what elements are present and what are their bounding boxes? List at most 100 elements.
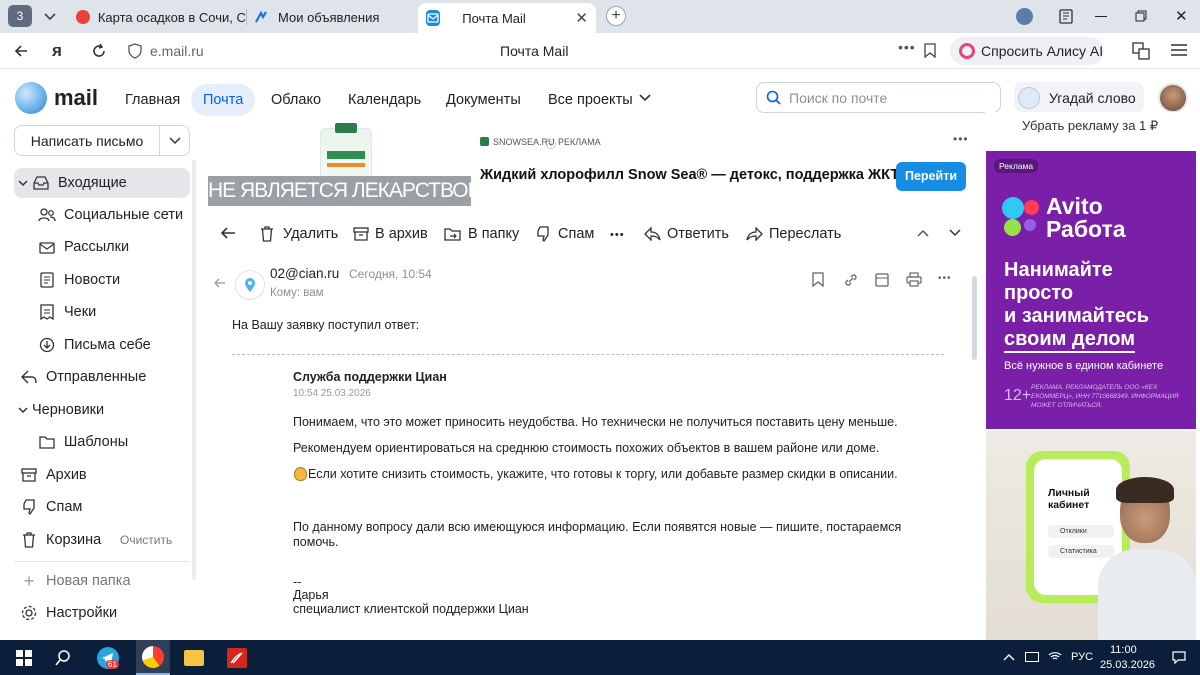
- windows-start-icon[interactable]: [16, 650, 32, 666]
- top-ad-banner[interactable]: НЕ ЯВЛЯЕТСЯ ЛЕКАРСТВОМ SNOWSEA.RU ⓘ РЕКЛ…: [205, 123, 975, 210]
- yandex-home-icon[interactable]: я: [52, 41, 62, 61]
- sidebar-item-social[interactable]: Социальные сети: [38, 200, 190, 230]
- mail-logo[interactable]: mail: [15, 82, 98, 114]
- delete-label: Удалить: [283, 226, 339, 242]
- avito-ad[interactable]: Реклама Avito Работа Нанимайте просто и …: [986, 151, 1196, 429]
- message-more-icon[interactable]: •••: [938, 273, 952, 284]
- profile-avatar-icon[interactable]: [1016, 8, 1033, 25]
- quote-separator: [232, 354, 944, 355]
- sidebar-item-templates[interactable]: Шаблоны: [38, 427, 190, 457]
- nav-mail[interactable]: Почта: [191, 84, 256, 116]
- clock-date[interactable]: 25.03.2026: [1100, 659, 1155, 671]
- avito-dots-logo-icon: [1002, 197, 1042, 237]
- tabs-menu-chevron-icon[interactable]: [40, 6, 60, 26]
- close-window-icon[interactable]: ✕: [1175, 7, 1188, 25]
- archive-button[interactable]: В архив: [353, 224, 428, 244]
- calendar-icon[interactable]: [875, 272, 889, 287]
- remove-ads-link[interactable]: Убрать рекламу за 1 ₽: [1022, 118, 1158, 134]
- tray-keyboard-icon[interactable]: [1025, 652, 1039, 662]
- browser-tab-active[interactable]: Почта Mail ✕: [418, 3, 596, 33]
- sidebar-item-inbox[interactable]: Входящие: [14, 168, 190, 198]
- address-field[interactable]: e.mail.ru Почта Mail •••: [120, 37, 946, 65]
- link-icon[interactable]: [843, 272, 859, 288]
- wifi-icon[interactable]: [1048, 650, 1062, 662]
- ad-headline[interactable]: Жидкий хлорофилл Snow Sea® — детокс, под…: [480, 167, 910, 183]
- sidebar-item-trash[interactable]: Корзина Очистить: [14, 525, 190, 555]
- expand-chevron-icon[interactable]: [16, 174, 30, 192]
- sidebar-item-receipts[interactable]: Чеки: [38, 297, 190, 327]
- next-message-icon[interactable]: [948, 228, 962, 238]
- back-to-list-icon[interactable]: [220, 225, 236, 241]
- ask-alice-button[interactable]: Спросить Алису AI: [950, 37, 1104, 65]
- mail-logo-text: mail: [54, 85, 99, 110]
- previous-message-icon[interactable]: [916, 228, 930, 238]
- tray-overflow-icon[interactable]: [1003, 652, 1015, 662]
- spam-button[interactable]: Спам: [536, 224, 594, 244]
- sidebar-item-newsletters[interactable]: Рассылки: [38, 232, 190, 262]
- reply-button[interactable]: Ответить: [644, 224, 729, 244]
- notifications-icon[interactable]: [1172, 651, 1186, 664]
- print-icon[interactable]: [906, 272, 922, 287]
- search-box[interactable]: Поиск по почте: [756, 82, 1001, 113]
- search-taskbar-icon[interactable]: [55, 650, 71, 666]
- spam-icon: [20, 498, 38, 516]
- sidebar-item-sent[interactable]: Отправленные: [14, 362, 190, 392]
- sidebar-item-self-mail[interactable]: Письма себе: [38, 330, 190, 360]
- ad-label-badge: Реклама: [994, 159, 1039, 173]
- nav-documents[interactable]: Документы: [434, 84, 533, 116]
- more-options-icon[interactable]: •••: [898, 39, 916, 55]
- bookmark-message-icon[interactable]: [812, 272, 824, 287]
- telegram-icon[interactable]: 61: [97, 647, 119, 669]
- restore-window-icon[interactable]: [1135, 10, 1147, 22]
- ad-more-icon[interactable]: •••: [953, 132, 969, 146]
- tab-counter[interactable]: 3: [8, 5, 32, 27]
- guess-word-button[interactable]: Угадай слово: [1014, 82, 1144, 113]
- reload-icon[interactable]: [90, 42, 108, 60]
- browser-tab[interactable]: Карта осадков в Сочи, Со: [70, 3, 246, 31]
- translate-icon[interactable]: [1132, 42, 1150, 60]
- new-folder-button[interactable]: + Новая папка: [14, 566, 190, 596]
- back-icon[interactable]: [12, 42, 30, 60]
- sidebar-item-label: Отправленные: [46, 369, 147, 385]
- more-actions-icon[interactable]: •••: [610, 225, 625, 245]
- sidebar-scrollbar[interactable]: [192, 160, 196, 580]
- sender-email[interactable]: 02@cian.ru: [270, 266, 339, 281]
- clear-trash-button[interactable]: Очистить: [120, 533, 172, 547]
- forward-button[interactable]: Переслать: [746, 224, 841, 244]
- close-tab-icon[interactable]: ✕: [575, 9, 588, 27]
- downloads-icon[interactable]: [1058, 7, 1074, 25]
- sidebar-item-news[interactable]: Новости: [38, 265, 190, 295]
- yandex-browser-icon[interactable]: [136, 640, 170, 675]
- bookmark-icon[interactable]: [924, 43, 936, 58]
- folder-icon: [38, 433, 56, 451]
- clock-time[interactable]: 11:00: [1110, 644, 1137, 656]
- browser-menu-icon[interactable]: [1170, 43, 1188, 57]
- file-explorer-icon[interactable]: [184, 650, 204, 666]
- message-scrollbar[interactable]: [972, 276, 977, 360]
- minimize-window-icon[interactable]: [1095, 16, 1107, 17]
- user-avatar[interactable]: [1158, 83, 1188, 113]
- ad-info-icon: ⓘ: [546, 140, 556, 151]
- sender-avatar[interactable]: [235, 270, 265, 300]
- nav-cloud[interactable]: Облако: [259, 84, 333, 116]
- ad-go-button[interactable]: Перейти: [896, 162, 966, 191]
- sidebar-item-archive[interactable]: Архив: [14, 460, 190, 490]
- language-indicator[interactable]: РУС: [1071, 651, 1093, 663]
- sidebar-item-drafts[interactable]: Черновики: [14, 395, 190, 425]
- nav-all-projects[interactable]: Все проекты: [536, 84, 645, 116]
- new-tab-button[interactable]: +: [606, 6, 626, 26]
- nav-calendar[interactable]: Календарь: [336, 84, 433, 116]
- message-intro: На Вашу заявку поступил ответ:: [232, 318, 420, 332]
- all-projects-chevron-icon[interactable]: [638, 92, 652, 104]
- delete-button[interactable]: Удалить: [260, 224, 338, 244]
- move-to-folder-button[interactable]: В папку: [444, 224, 519, 244]
- avito-photo-panel: Личный кабинет Отклики Статистика: [986, 431, 1196, 640]
- expand-chevron-icon[interactable]: [16, 401, 30, 419]
- pdf-reader-icon[interactable]: [227, 648, 247, 668]
- browser-tab[interactable]: Мои объявления: [248, 3, 418, 31]
- compose-options-chevron-icon[interactable]: [168, 135, 182, 147]
- compose-button[interactable]: Написать письмо: [14, 125, 190, 156]
- nav-home[interactable]: Главная: [113, 84, 192, 116]
- sidebar-item-spam[interactable]: Спам: [14, 492, 190, 522]
- settings-button[interactable]: Настройки: [14, 598, 190, 628]
